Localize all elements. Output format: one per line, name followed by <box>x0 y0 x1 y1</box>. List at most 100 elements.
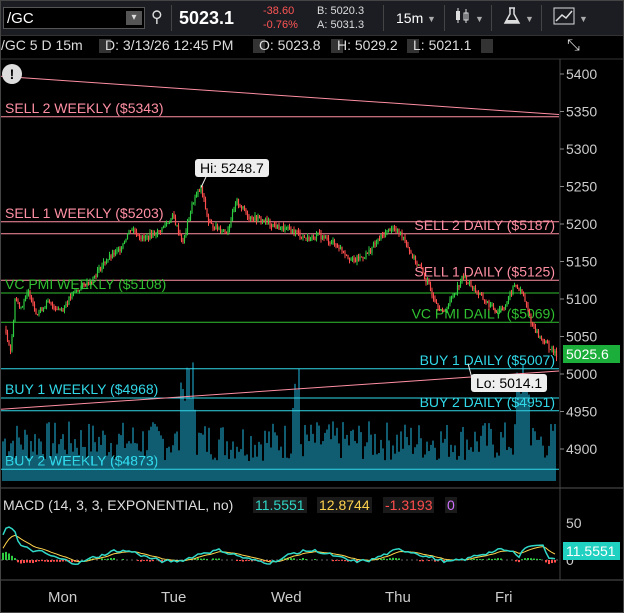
candle-body <box>524 296 526 302</box>
candle-body <box>500 307 502 310</box>
candle-body <box>336 244 339 248</box>
candle-body <box>452 296 454 298</box>
price-chart[interactable]: 5400 5350 5300 5250 5200 5150 5100 5050 5000 4950… <box>1 1 623 612</box>
candle-body <box>198 190 201 192</box>
candle-body <box>435 301 438 304</box>
candle-body <box>98 267 100 271</box>
candle-body <box>503 308 505 310</box>
candle-body <box>86 281 88 287</box>
candle-body <box>324 237 327 239</box>
day-label: Mon <box>48 589 78 606</box>
level-label: BUY 2 WEEKLY ($4873) <box>5 452 158 468</box>
candle-body <box>516 285 519 289</box>
candle-body <box>228 225 231 230</box>
candle-body <box>398 228 400 235</box>
candle-body <box>81 283 84 287</box>
candle-body <box>494 309 496 312</box>
candle-body <box>542 338 544 342</box>
candle-body <box>342 250 345 253</box>
candle-body <box>138 235 141 238</box>
candle-body <box>441 310 444 312</box>
candle-body <box>513 284 516 287</box>
candle-body <box>87 281 90 285</box>
candle-body <box>504 306 507 310</box>
candle-body <box>263 219 265 222</box>
candle-body <box>266 219 268 222</box>
candle-body <box>251 216 253 220</box>
candle-body <box>207 215 210 223</box>
candle-body <box>297 231 300 233</box>
candle-body <box>197 190 199 195</box>
candle-body <box>66 303 69 305</box>
candle-body <box>36 314 39 316</box>
day-label: Fri <box>495 589 513 606</box>
high-callout: Hi: 5248.7 <box>195 159 269 177</box>
candle-body <box>554 350 556 353</box>
candle-body <box>89 282 91 285</box>
candle-body <box>341 247 343 251</box>
candle-body <box>447 304 450 310</box>
candle-body <box>296 230 298 232</box>
candle-body <box>491 304 493 306</box>
candle-body <box>120 247 123 252</box>
macd-avg-line <box>2 534 556 563</box>
candle-body <box>113 252 115 256</box>
candle-body <box>230 220 232 226</box>
candle-body <box>335 243 337 245</box>
candle-body <box>522 293 525 297</box>
candle-body <box>269 220 271 226</box>
macd-flag: 0 <box>445 497 457 513</box>
candle-body <box>35 309 37 315</box>
candle-body <box>18 302 21 308</box>
candle-body <box>171 214 174 219</box>
candle-body <box>117 249 120 251</box>
candle-body <box>192 202 195 204</box>
candle-body <box>221 231 223 233</box>
candle-body <box>393 228 396 230</box>
candle-body <box>141 236 144 239</box>
candle-body <box>474 287 477 293</box>
candle-body <box>482 294 484 300</box>
candle-body <box>45 301 48 308</box>
candle-body <box>83 283 85 285</box>
candle-body <box>372 243 375 248</box>
macd-value: 11.5551 <box>253 497 307 513</box>
candle-body <box>282 226 285 231</box>
candle-body <box>110 255 112 258</box>
candle-body <box>389 228 391 231</box>
candle-body <box>123 241 126 244</box>
candle-body <box>33 303 36 310</box>
candle-body <box>501 307 504 309</box>
candle-body <box>32 301 34 304</box>
candle-body <box>387 228 390 231</box>
candle-body <box>536 330 538 333</box>
candle-body <box>353 258 355 260</box>
candle-body <box>338 247 340 250</box>
candle-body <box>552 347 555 353</box>
candle-body <box>509 292 511 297</box>
price-tick-label: 5100 <box>566 291 597 307</box>
level-label: BUY 1 WEEKLY ($4968) <box>5 381 158 397</box>
candle-body <box>131 229 133 231</box>
candle-body <box>453 293 456 297</box>
candle-body <box>363 257 366 259</box>
candle-body <box>525 301 528 306</box>
candle-body <box>222 229 225 232</box>
candle-body <box>423 273 426 279</box>
day-label: Tue <box>161 589 187 606</box>
candle-body <box>144 236 147 239</box>
candle-body <box>306 236 309 239</box>
candle-body <box>258 216 261 218</box>
candle-body <box>402 236 405 238</box>
candle-body <box>105 261 108 264</box>
candle-body <box>495 311 498 313</box>
candle-body <box>180 235 183 241</box>
candle-body <box>57 309 60 311</box>
alert-icon[interactable]: ! <box>2 64 22 84</box>
candle-body <box>540 336 543 339</box>
candle-body <box>9 345 12 351</box>
macd-avg: 12.8744 <box>317 497 372 513</box>
level-label: SELL 1 WEEKLY ($5203) <box>5 205 164 221</box>
candle-body <box>326 237 328 239</box>
candle-body <box>95 275 97 277</box>
